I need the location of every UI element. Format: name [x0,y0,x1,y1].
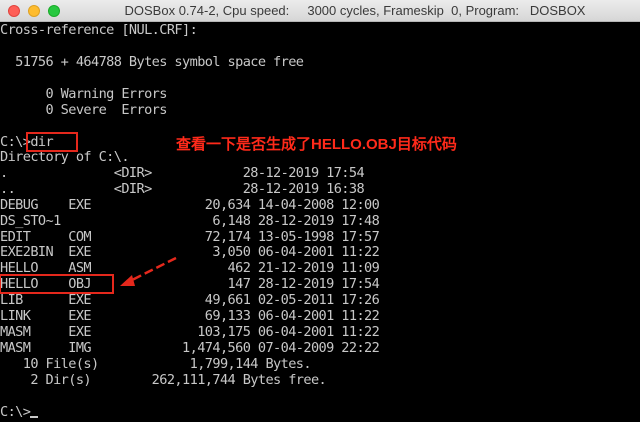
arrow-shaft [127,256,177,284]
dos-terminal[interactable]: Cross-reference [NUL.CRF]: 51756 + 46478… [0,22,640,422]
window-title: DOSBox 0.74-2, Cpu speed: 3000 cycles, F… [124,3,586,18]
pointer-arrow [120,256,177,286]
arrow-head [120,275,135,286]
title-bar: DOSBox 0.74-2, Cpu speed: 3000 cycles, F… [0,0,640,22]
annotation-note: 查看一下是否生成了HELLO.OBJ目标代码 [176,136,457,153]
